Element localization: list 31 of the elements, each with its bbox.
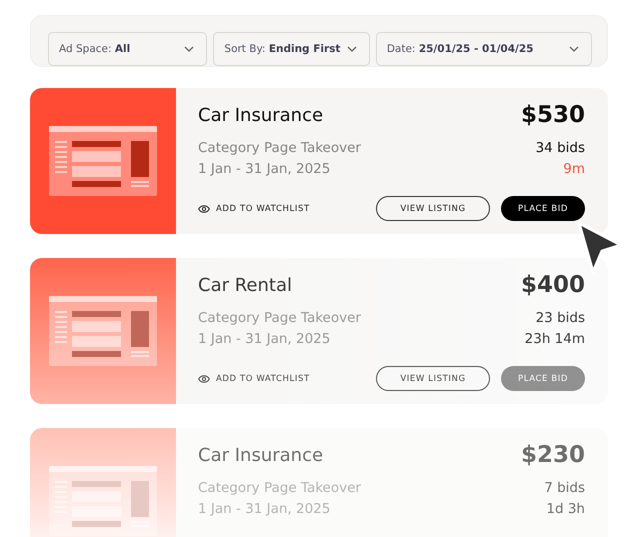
filter-dropdown[interactable]: Ad Space: All [48, 32, 208, 66]
bid-count: 34 bids [536, 139, 585, 158]
listing-category: Category Page Takeover [198, 309, 361, 328]
watchlist-button[interactable]: ADD TO WATCHLIST [198, 374, 310, 384]
listing-dates: 1 Jan - 31 Jan, 2025 [198, 500, 330, 519]
listing-title: Car Insurance [198, 444, 324, 466]
listing-title: Car Insurance [198, 104, 324, 126]
filter-dropdown[interactable]: Sort By: Ending First [213, 32, 370, 66]
filter-dropdown[interactable]: Date: 25/01/25 - 01/04/25 [376, 32, 592, 66]
chevron-down-icon [346, 46, 357, 52]
listing-category: Category Page Takeover [198, 139, 361, 158]
bid-count: 23 bids [536, 309, 585, 328]
bid-count: 7 bids [544, 479, 585, 498]
listing-price: $530 [520, 102, 585, 128]
listing-price: $400 [520, 272, 585, 298]
chevron-down-icon [184, 46, 194, 52]
view-listing-button[interactable]: VIEW LISTING [376, 196, 490, 221]
time-left: 1d 3h [546, 500, 585, 519]
place-bid-button[interactable]: PLACE BID [501, 196, 585, 221]
view-listing-button[interactable]: VIEW LISTING [376, 366, 490, 391]
eye-icon [198, 374, 210, 382]
listing-dates: 1 Jan - 31 Jan, 2025 [198, 160, 330, 179]
time-left: 23h 14m [524, 330, 585, 349]
listing-title: Car Rental [198, 274, 292, 296]
listing-dates: 1 Jan - 31 Jan, 2025 [198, 330, 330, 349]
listing-category: Category Page Takeover [198, 479, 361, 498]
time-left: 9m [563, 160, 585, 179]
chevron-down-icon [569, 46, 579, 52]
watchlist-button[interactable]: ADD TO WATCHLIST [198, 204, 310, 214]
eye-icon [198, 204, 210, 212]
listing-price: $230 [520, 442, 585, 468]
